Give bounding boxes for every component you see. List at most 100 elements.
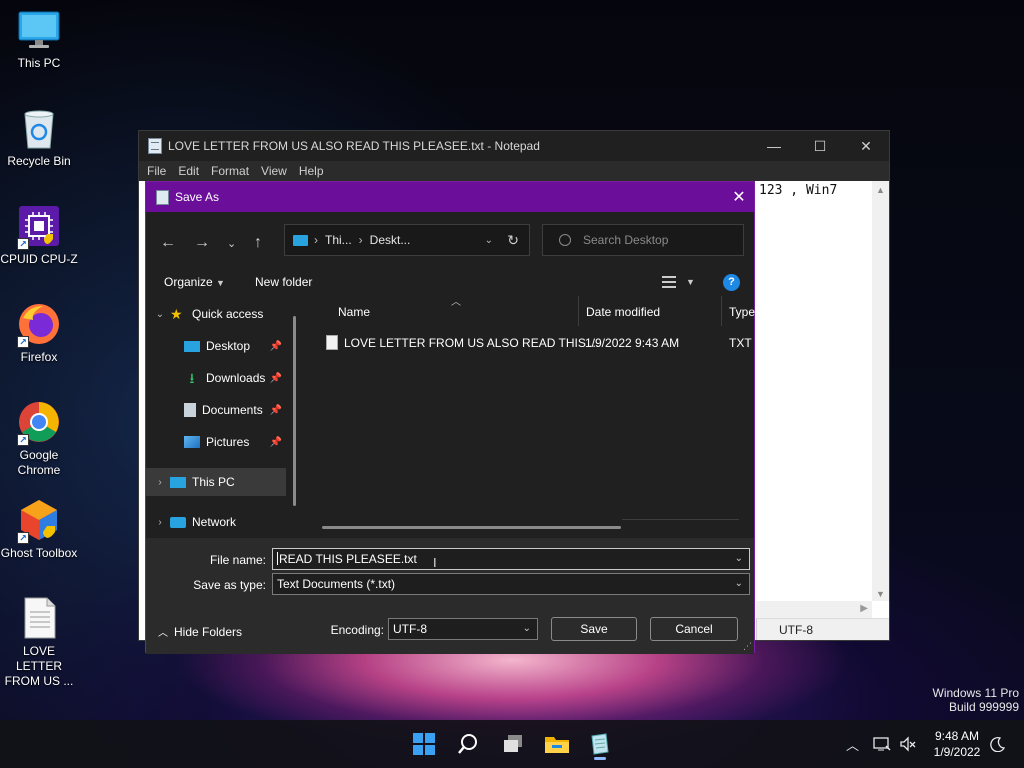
file-name-label: File name: <box>209 553 266 567</box>
volume-muted-icon[interactable] <box>899 720 917 768</box>
menu-file[interactable]: File <box>141 164 172 178</box>
address-dropdown-chevron-icon[interactable]: ⌄ <box>485 235 493 246</box>
desktop-icon-recycle-bin[interactable]: Recycle Bin <box>0 106 78 169</box>
show-hidden-icons-button[interactable]: ︿ <box>846 720 859 768</box>
desktop-icon-love-letter[interactable]: LOVE LETTER FROM US ... <box>0 596 78 689</box>
save-button[interactable]: Save <box>551 617 637 641</box>
back-arrow-icon[interactable]: ← <box>160 234 176 252</box>
menu-format[interactable]: Format <box>205 164 255 178</box>
notepad-text-area[interactable]: 123 , Win7 <box>759 183 837 198</box>
text-file-icon <box>326 335 338 350</box>
cancel-button[interactable]: Cancel <box>650 617 738 641</box>
expand-chevron-icon[interactable]: › <box>150 477 170 488</box>
menu-edit[interactable]: Edit <box>172 164 205 178</box>
breadcrumb-this-pc[interactable]: Thi... <box>325 233 352 247</box>
desktop-icon-label: Firefox <box>20 350 58 364</box>
file-explorer-button[interactable] <box>541 728 573 760</box>
save-options-panel: File name: READ THIS PLEASEE.txt I ⌄ Sav… <box>146 538 754 654</box>
text-file-icon <box>17 596 61 640</box>
network-status-icon[interactable] <box>873 720 891 768</box>
collapse-chevron-icon[interactable]: ⌄ <box>150 309 170 320</box>
column-header-date-modified[interactable]: Date modified <box>578 296 660 328</box>
maximize-button[interactable]: ☐ <box>797 131 843 161</box>
scroll-down-icon[interactable]: ▼ <box>876 589 885 599</box>
file-name-input[interactable]: READ THIS PLEASEE.txt I ⌄ <box>272 548 750 570</box>
chevron-down-icon[interactable]: ⌄ <box>735 549 743 569</box>
save-as-type-select[interactable]: Text Documents (*.txt) ⌄ <box>272 573 750 595</box>
pin-icon: 📌 <box>269 340 282 352</box>
desktop-icon-label: Google Chrome <box>17 448 61 477</box>
expand-chevron-icon[interactable]: › <box>150 517 170 528</box>
breadcrumb-desktop[interactable]: Deskt... <box>370 233 411 247</box>
notepad-taskbar-button[interactable] <box>584 728 616 760</box>
notepad-icon <box>156 189 169 205</box>
desktop-icon-ghost-toolbox[interactable]: ↗ Ghost Toolbox <box>0 498 78 561</box>
horizontal-scrollbar[interactable]: ▶ <box>756 601 872 618</box>
nav-item-downloads[interactable]: › ⭳ Downloads 📌 <box>146 364 286 392</box>
view-options-icon[interactable] <box>662 276 676 288</box>
recycle-bin-icon <box>17 106 61 150</box>
column-header-name[interactable]: Name <box>330 296 370 328</box>
file-type-cell: TXT F <box>729 336 754 350</box>
resize-grip-icon[interactable]: ⋰ <box>743 641 752 652</box>
desktop-icon-firefox[interactable]: ↗ Firefox <box>0 302 78 365</box>
save-as-dialog: Save As ✕ ← → ⌄ ↑ › Thi... › Deskt... ⌄ … <box>145 181 755 654</box>
up-arrow-icon[interactable]: ↑ <box>254 234 262 252</box>
nav-item-quick-access[interactable]: ⌄ ★ Quick access <box>146 300 286 328</box>
save-as-type-label: Save as type: <box>193 578 266 592</box>
desktop-icon-label: CPUID CPU-Z <box>0 252 78 266</box>
search-input[interactable]: Search Desktop <box>542 224 744 256</box>
notepad-icon <box>148 138 162 154</box>
forward-arrow-icon[interactable]: → <box>194 234 210 252</box>
chrome-icon: ↗ <box>17 400 61 446</box>
notification-moon-icon[interactable] <box>990 720 1006 768</box>
taskbar-clock[interactable]: 9:48 AM 1/9/2022 <box>926 728 988 760</box>
nav-label: This PC <box>192 475 235 489</box>
help-icon[interactable]: ? <box>723 274 740 291</box>
vertical-scrollbar[interactable]: ▲ ▼ <box>872 181 889 601</box>
scroll-right-icon[interactable]: ▶ <box>860 603 868 614</box>
address-bar[interactable]: › Thi... › Deskt... ⌄ ↻ <box>284 224 530 256</box>
encoding-label: Encoding: <box>330 623 384 637</box>
minimize-button[interactable]: — <box>751 131 797 161</box>
new-folder-button[interactable]: New folder <box>255 275 312 289</box>
search-button[interactable] <box>452 728 484 760</box>
chevron-down-icon: ⌄ <box>734 578 743 589</box>
text-caret <box>277 552 278 565</box>
nav-item-pictures[interactable]: › Pictures 📌 <box>146 428 286 456</box>
dialog-close-button[interactable]: ✕ <box>724 187 754 207</box>
scroll-up-icon[interactable]: ▲ <box>876 185 885 195</box>
column-header-type[interactable]: Type <box>721 296 755 328</box>
nav-item-this-pc[interactable]: › This PC <box>146 468 286 496</box>
organize-button[interactable]: Organize ▼ <box>164 275 225 289</box>
navigation-pane-scrollbar[interactable] <box>293 316 296 506</box>
text-cursor-icon: I <box>433 555 437 570</box>
nav-label: Desktop <box>206 339 251 353</box>
nav-item-network[interactable]: › Network <box>146 508 286 536</box>
pin-icon: 📌 <box>269 404 282 416</box>
notepad-title-bar[interactable]: LOVE LETTER FROM US ALSO READ THIS PLEAS… <box>139 131 889 161</box>
hide-folders-button[interactable]: ︿ Hide Folders <box>158 624 242 639</box>
task-view-button[interactable] <box>497 728 529 760</box>
desktop-icon-label: Ghost Toolbox <box>0 546 78 560</box>
navigation-bar: ← → ⌄ ↑ › Thi... › Deskt... ⌄ ↻ Search D… <box>146 212 754 270</box>
nav-item-documents[interactable]: › Documents 📌 <box>146 396 286 424</box>
encoding-value: UTF-8 <box>393 622 427 636</box>
refresh-icon[interactable]: ↻ <box>507 232 519 249</box>
encoding-select[interactable]: UTF-8 ⌄ <box>388 618 538 640</box>
desktop-icon-this-pc[interactable]: This PC <box>0 8 78 71</box>
file-list-scrollbar[interactable] <box>322 526 621 529</box>
view-dropdown-chevron-icon[interactable]: ▼ <box>686 277 695 287</box>
file-name-cell[interactable]: LOVE LETTER FROM US ALSO READ THIS ... <box>344 330 599 356</box>
desktop-icon-cpu-z[interactable]: ↗ CPUID CPU-Z <box>0 204 78 267</box>
desktop-icon-chrome[interactable]: ↗ Google Chrome <box>0 400 78 478</box>
organize-label: Organize <box>164 275 213 289</box>
recent-locations-chevron-icon[interactable]: ⌄ <box>227 237 236 250</box>
nav-item-desktop[interactable]: › Desktop 📌 <box>146 332 286 360</box>
menu-help[interactable]: Help <box>293 164 330 178</box>
menu-view[interactable]: View <box>255 164 293 178</box>
close-button[interactable]: ✕ <box>843 131 889 161</box>
dialog-title-bar[interactable]: Save As ✕ <box>146 182 754 212</box>
start-button[interactable] <box>408 728 440 760</box>
nav-label: Downloads <box>206 371 266 385</box>
